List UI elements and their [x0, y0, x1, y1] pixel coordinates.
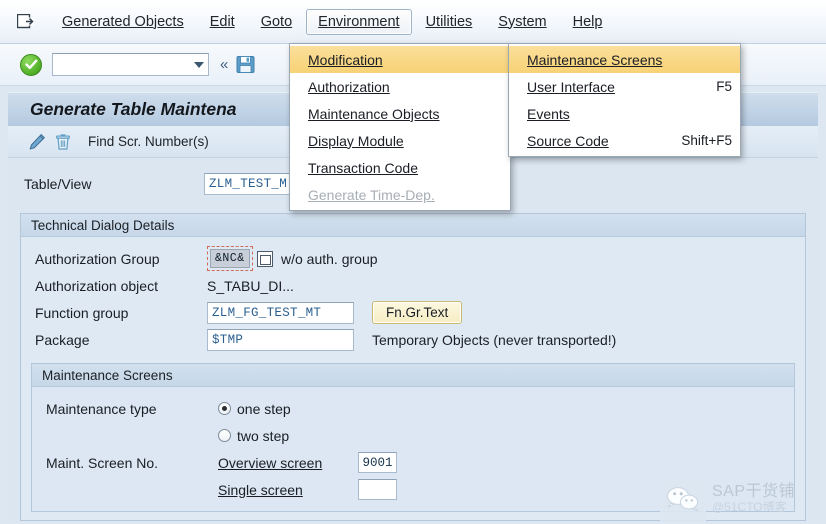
menu-item-maintenance-objects-label: Maintenance Objects	[308, 105, 440, 122]
save-icon[interactable]	[236, 55, 255, 74]
menu-edit[interactable]: Edit	[198, 9, 247, 35]
menu-system-label: System	[498, 13, 547, 30]
overview-screen-input[interactable]: 9001	[358, 452, 397, 473]
menu-item-maintenance-objects[interactable]: Maintenance Objects	[290, 100, 510, 127]
authorization-object-label: Authorization object	[35, 277, 158, 294]
menu-item-authorization-label: Authorization	[308, 78, 390, 95]
menu-item-maintenance-screens[interactable]: Maintenance Screens	[509, 46, 740, 73]
radio-two-step[interactable]	[218, 429, 231, 442]
chevron-down-icon[interactable]	[194, 61, 204, 68]
single-screen-link[interactable]: Single screen	[218, 482, 358, 498]
menu-environment[interactable]: Environment	[306, 8, 412, 35]
modification-submenu[interactable]: Maintenance Screens User Interface F5 Ev…	[508, 43, 741, 157]
package-input[interactable]: $TMP	[207, 328, 354, 351]
menu-goto-label: Goto	[260, 13, 293, 30]
maintenance-screens-header: Maintenance Screens	[32, 364, 794, 387]
trash-icon[interactable]	[54, 133, 72, 151]
menu-utilities-label: Utilities	[425, 13, 473, 30]
authorization-group-label: Authorization Group	[35, 250, 160, 267]
command-field[interactable]	[52, 53, 209, 76]
package-hint: Temporary Objects (never transported!)	[372, 331, 617, 348]
radio-one-step-label: one step	[237, 400, 291, 417]
authorization-group-input[interactable]: &NC&	[210, 249, 250, 268]
menu-item-generate-time-dep: Generate Time-Dep.	[290, 181, 510, 208]
menu-item-source-code[interactable]: Source Code Shift+F5	[509, 127, 740, 154]
form-area: Table/View ZLM_TEST_M Technical Dialog D…	[8, 158, 818, 521]
authorization-group-hint: w/o auth. group	[281, 250, 378, 267]
function-group-input[interactable]: ZLM_FG_TEST_MT	[207, 301, 354, 324]
menu-item-modification[interactable]: Modification	[290, 46, 510, 73]
pencil-icon[interactable]	[28, 133, 46, 151]
maintenance-type-row-two-step: two step	[32, 422, 794, 449]
menu-item-authorization[interactable]: Authorization	[290, 73, 510, 100]
function-group-label: Function group	[35, 304, 129, 321]
menu-item-user-interface[interactable]: User Interface F5	[509, 73, 740, 100]
menu-bar: Generated Objects Edit Goto Environment …	[0, 0, 826, 44]
menu-item-transaction-code[interactable]: Transaction Code	[290, 154, 510, 181]
menu-item-display-module[interactable]: Display Module	[290, 127, 510, 154]
menu-item-source-code-label: Source Code	[527, 132, 609, 149]
menu-item-generate-time-dep-label: Generate Time-Dep.	[308, 186, 435, 203]
menu-item-events[interactable]: Events	[509, 100, 740, 127]
authorization-object-row: Authorization object S_TABU_DI...	[21, 272, 805, 299]
value-help-icon[interactable]	[257, 250, 273, 267]
menu-item-modification-label: Modification	[308, 51, 383, 68]
double-chevron-left-icon[interactable]: «	[220, 56, 228, 73]
function-group-row: Function group ZLM_FG_TEST_MT Fn.Gr.Text	[21, 299, 805, 326]
menu-item-source-code-shortcut: Shift+F5	[681, 133, 732, 148]
package-label: Package	[35, 331, 90, 348]
radio-two-step-label: two step	[237, 427, 290, 444]
menu-help[interactable]: Help	[561, 9, 615, 35]
menu-generated-objects[interactable]: Generated Objects	[50, 9, 196, 35]
menu-system[interactable]: System	[486, 9, 558, 35]
sap-gui-window: Generated Objects Edit Goto Environment …	[0, 0, 826, 524]
menu-utilities[interactable]: Utilities	[414, 9, 485, 35]
menu-help-label: Help	[572, 13, 603, 30]
radio-one-step[interactable]	[218, 402, 231, 415]
menu-item-user-interface-label: User Interface	[527, 78, 615, 95]
find-screen-numbers-button[interactable]: Find Scr. Number(s)	[88, 134, 209, 149]
watermark-subtitle: @51CTO博客	[712, 500, 787, 515]
overview-screen-row: Maint. Screen No. Overview screen 9001	[32, 449, 794, 476]
fn-gr-text-button[interactable]: Fn.Gr.Text	[372, 301, 463, 324]
single-screen-input[interactable]	[358, 479, 397, 500]
maintenance-type-label: Maintenance type	[46, 400, 157, 417]
overview-screen-link[interactable]: Overview screen	[218, 455, 358, 471]
wechat-icon	[660, 476, 706, 522]
table-view-label: Table/View	[24, 175, 92, 192]
menu-item-display-module-label: Display Module	[308, 132, 404, 149]
watermark-text: SAP干货铺 @51CTO博客	[706, 483, 796, 515]
menu-item-transaction-code-label: Transaction Code	[308, 159, 418, 176]
menu-goto[interactable]: Goto	[249, 9, 304, 35]
technical-dialog-details-header: Technical Dialog Details	[21, 214, 805, 237]
environment-dropdown-menu[interactable]: Modification Authorization Maintenance O…	[289, 43, 511, 211]
maintenance-type-row-one-step: Maintenance type one step	[32, 395, 794, 422]
package-row: Package $TMP Temporary Objects (never tr…	[21, 326, 805, 353]
menu-item-maintenance-screens-label: Maintenance Screens	[527, 51, 663, 68]
authorization-group-row: Authorization Group &NC& w/o auth. group	[21, 245, 805, 272]
watermark: SAP干货铺 @51CTO博客	[660, 474, 826, 524]
maint-screen-no-label: Maint. Screen No.	[46, 454, 159, 471]
menu-generated-objects-label: Generated Objects	[62, 13, 184, 30]
authorization-group-focus: &NC&	[207, 246, 253, 271]
page-title-text: Generate Table Maintena	[30, 99, 237, 119]
exit-icon[interactable]	[14, 12, 36, 32]
menu-edit-label: Edit	[209, 13, 235, 30]
menu-item-events-label: Events	[527, 105, 570, 122]
authorization-object-value: S_TABU_DI...	[207, 277, 294, 294]
watermark-title: SAP干货铺	[712, 483, 796, 501]
green-check-icon[interactable]	[20, 53, 42, 76]
menu-environment-label: Environment	[318, 13, 400, 30]
menu-item-user-interface-shortcut: F5	[716, 79, 732, 94]
